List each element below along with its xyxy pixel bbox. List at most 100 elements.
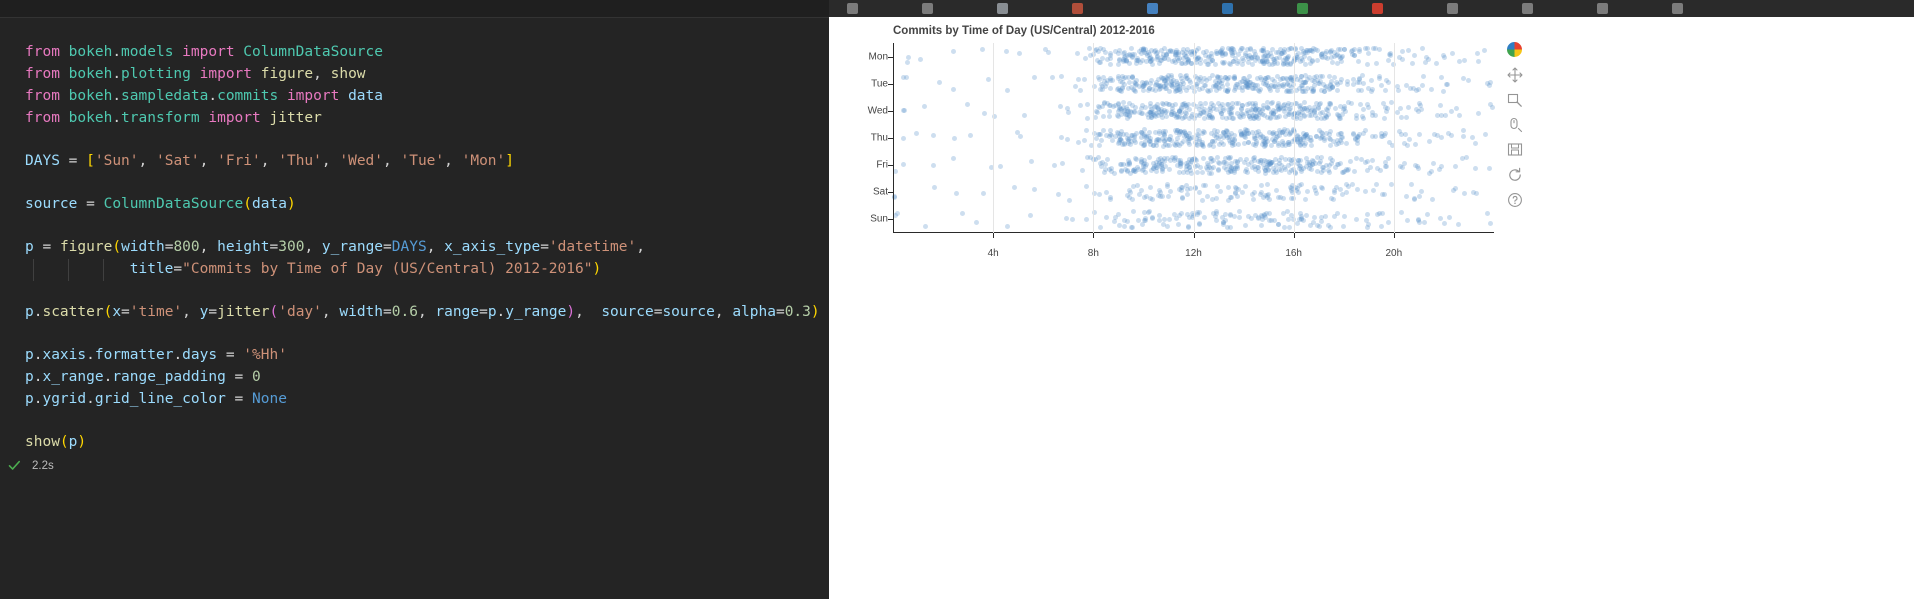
code-token: , — [715, 304, 732, 320]
bokeh-logo-icon[interactable] — [1507, 42, 1522, 57]
bokeh-plot[interactable]: Commits by Time of Day (US/Central) 2012… — [856, 20, 1516, 270]
wheel-zoom-tool-icon[interactable] — [1506, 116, 1524, 134]
x-gridline — [1093, 43, 1094, 233]
code-token: import — [208, 110, 260, 126]
browser-toolbar-icon[interactable] — [1447, 3, 1458, 14]
code-token: . — [104, 369, 113, 385]
code-token — [339, 88, 348, 104]
code-token: . — [112, 66, 121, 82]
y-tick — [888, 138, 893, 139]
x-tick — [993, 233, 994, 238]
browser-toolbar-icon[interactable] — [1297, 3, 1308, 14]
code-token: 'Sat' — [156, 153, 200, 169]
code-token: p — [25, 369, 34, 385]
code-token: = — [270, 239, 279, 255]
help-tool-icon[interactable] — [1506, 191, 1524, 209]
code-token: sampledata — [121, 88, 208, 104]
code-token: , — [261, 153, 278, 169]
box-zoom-tool-icon[interactable] — [1506, 91, 1524, 109]
code-token: '%Hh' — [243, 347, 287, 363]
y-tick — [888, 84, 893, 85]
code-token: x_axis_type — [444, 239, 540, 255]
output-pane: Commits by Time of Day (US/Central) 2012… — [829, 0, 1914, 599]
code-token: . — [173, 347, 182, 363]
code-token: source — [601, 304, 653, 320]
code-token: 800 — [173, 239, 199, 255]
code-token: , — [418, 304, 435, 320]
code-token: x — [112, 304, 121, 320]
browser-toolbar-icon[interactable] — [922, 3, 933, 14]
code-line: from bokeh.plotting import figure, show — [25, 64, 366, 86]
browser-toolbar-icon[interactable] — [1522, 3, 1533, 14]
editor-topbar — [0, 0, 829, 18]
code-token: p — [25, 391, 34, 407]
code-line: p.scatter(x='time', y=jitter('day', widt… — [25, 302, 820, 324]
pan-tool-icon[interactable] — [1506, 66, 1524, 84]
code-token: = — [540, 239, 549, 255]
y-tick-label: Fri — [856, 160, 888, 171]
code-token: ] — [505, 153, 514, 169]
browser-toolbar-icon[interactable] — [1147, 3, 1158, 14]
code-token: bokeh — [69, 110, 113, 126]
code-token — [191, 66, 200, 82]
code-token: alpha — [732, 304, 776, 320]
y-tick-label: Wed — [856, 105, 888, 116]
code-token: bokeh — [69, 44, 113, 60]
browser-toolbar-icon[interactable] — [1597, 3, 1608, 14]
indent-guide — [33, 259, 34, 281]
notebook-code-cell[interactable]: from bokeh.models import ColumnDataSourc… — [0, 0, 829, 599]
code-token: ColumnDataSource — [243, 44, 383, 60]
cell-runtime: 2.2s — [32, 460, 54, 472]
browser-toolbar-icon[interactable] — [1072, 3, 1083, 14]
code-token: width — [339, 304, 383, 320]
code-token: ( — [270, 304, 279, 320]
code-token: x_range — [42, 369, 103, 385]
code-token: source — [662, 304, 714, 320]
code-token: jitter — [269, 110, 321, 126]
browser-toolbar-icon[interactable] — [847, 3, 858, 14]
code-token: y_range — [505, 304, 566, 320]
code-token: import — [200, 66, 252, 82]
chart-title: Commits by Time of Day (US/Central) 2012… — [893, 25, 1155, 37]
code-text[interactable]: from bokeh.models import ColumnDataSourc… — [0, 18, 829, 599]
x-tick-label: 12h — [1185, 248, 1202, 259]
code-token: figure — [261, 66, 313, 82]
code-line: from bokeh.transform import jitter — [25, 108, 322, 130]
code-token: source — [25, 196, 77, 212]
code-token: = — [776, 304, 785, 320]
y-tick-label: Sat — [856, 187, 888, 198]
reset-tool-icon[interactable] — [1506, 166, 1524, 184]
check-icon — [8, 459, 21, 472]
code-token: from — [25, 110, 60, 126]
code-token: = — [208, 304, 217, 320]
browser-toolbar-icon[interactable] — [1672, 3, 1683, 14]
browser-toolbar-icon[interactable] — [1372, 3, 1383, 14]
code-token: 'Sun' — [95, 153, 139, 169]
y-tick — [888, 219, 893, 220]
x-gridline — [1294, 43, 1295, 233]
save-tool-icon[interactable] — [1506, 141, 1524, 159]
x-gridline — [993, 43, 994, 233]
code-token: from — [25, 88, 60, 104]
code-token: = — [479, 304, 488, 320]
browser-toolbar-icon[interactable] — [1222, 3, 1233, 14]
code-token: 'datetime' — [549, 239, 636, 255]
code-token: ) — [566, 304, 575, 320]
code-token: . — [112, 44, 121, 60]
bokeh-toolbar[interactable] — [1506, 42, 1526, 216]
indent-guide — [103, 259, 104, 281]
code-token: 'Thu' — [278, 153, 322, 169]
code-token: 0 — [252, 369, 261, 385]
code-token: xaxis — [42, 347, 86, 363]
code-token: = — [173, 261, 182, 277]
code-line: p.xaxis.formatter.days = '%Hh' — [25, 345, 287, 367]
browser-toolbar-icon[interactable] — [997, 3, 1008, 14]
code-token: p — [25, 239, 34, 255]
code-token: [ — [86, 153, 95, 169]
y-tick — [888, 111, 893, 112]
code-line: from bokeh.sampledata.commits import dat… — [25, 86, 383, 108]
code-token: = — [60, 153, 86, 169]
code-token: ( — [243, 196, 252, 212]
code-token: figure — [60, 239, 112, 255]
code-token — [278, 88, 287, 104]
